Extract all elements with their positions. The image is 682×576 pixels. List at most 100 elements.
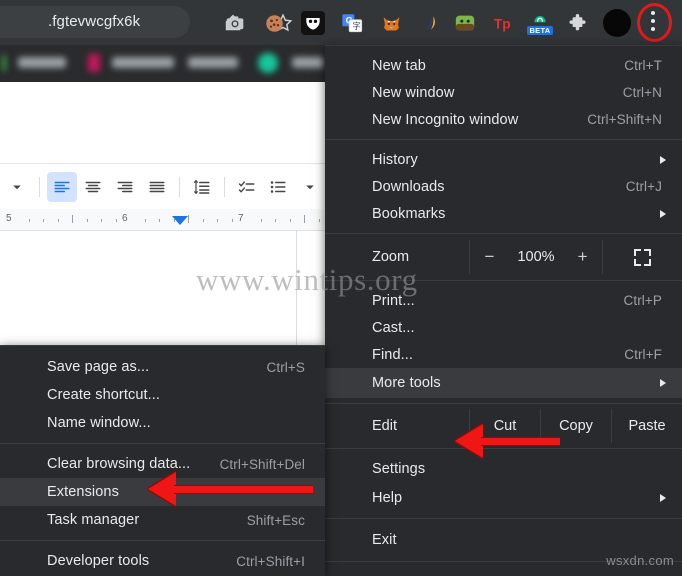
align-center-icon[interactable]	[79, 172, 109, 202]
submenu-item-create-shortcut[interactable]: Create shortcut...	[0, 381, 325, 409]
menu-label: Print...	[372, 292, 415, 309]
ruler-tick	[275, 219, 276, 222]
url-text[interactable]: .fgtevwcgfx6k	[48, 13, 140, 30]
zoom-controls[interactable]: − 100% +	[469, 240, 602, 274]
zoom-label: Zoom	[372, 249, 410, 265]
fullscreen-button[interactable]	[602, 240, 682, 274]
ruler-tick	[260, 219, 262, 222]
paste-button[interactable]: Paste	[611, 409, 682, 443]
docs-ruler[interactable]: 5 6 7	[0, 209, 349, 231]
chevron-right-icon	[660, 155, 666, 164]
chevron-right-icon	[660, 379, 666, 387]
menu-label: Settings	[372, 460, 426, 477]
menu-separator	[325, 139, 682, 140]
align-justify-icon[interactable]	[142, 172, 172, 202]
menu-separator	[0, 443, 325, 444]
ruler-tick	[289, 219, 291, 222]
chrome-main-menu[interactable]: New tab Ctrl+T New window Ctrl+N New Inc…	[325, 45, 682, 576]
menu-item-bookmarks[interactable]: Bookmarks	[325, 200, 682, 227]
menu-item-find[interactable]: Find... Ctrl+F	[325, 341, 682, 368]
edit-label: Edit	[372, 418, 397, 434]
align-left-icon[interactable]	[46, 171, 77, 202]
submenu-item-task-manager[interactable]: Task manager Shift+Esc	[0, 506, 325, 534]
docs-formatting-toolbar[interactable]	[0, 163, 325, 209]
menu-label: Downloads	[372, 178, 445, 195]
menu-label: Save page as...	[47, 359, 150, 375]
menu-shortcut: Ctrl+S	[266, 359, 305, 375]
ruler-tick	[231, 219, 233, 222]
docs-header-area	[0, 82, 325, 163]
green-avatar-icon[interactable]	[453, 11, 477, 35]
menu-item-managed-by-organization[interactable]: Managed by your organization	[325, 569, 682, 576]
menu-separator	[325, 233, 682, 234]
beta-extension-icon[interactable]: BETA	[527, 11, 553, 35]
more-tools-submenu[interactable]: Save page as... Ctrl+S Create shortcut..…	[0, 345, 325, 576]
zoom-out-button[interactable]: −	[483, 247, 495, 267]
ruler-tick	[188, 215, 189, 223]
google-translate-icon[interactable]: G 字	[340, 11, 364, 35]
zoom-in-button[interactable]: +	[577, 247, 589, 267]
menu-shortcut: Ctrl+P	[623, 293, 662, 308]
menu-item-print[interactable]: Print... Ctrl+P	[325, 287, 682, 314]
zoom-value: 100%	[517, 249, 555, 265]
menu-item-new-tab[interactable]: New tab Ctrl+T	[325, 52, 682, 79]
menu-item-help[interactable]: Help	[325, 483, 682, 512]
menu-label: Name window...	[47, 415, 151, 431]
menu-label: More tools	[372, 375, 441, 391]
ruler-tick	[57, 219, 59, 222]
ruler-tick	[304, 215, 305, 223]
menu-item-more-tools[interactable]: More tools	[325, 368, 682, 398]
submenu-item-save-page-as[interactable]: Save page as... Ctrl+S	[0, 353, 325, 381]
menu-label: Task manager	[47, 512, 140, 528]
align-right-icon[interactable]	[110, 172, 140, 202]
screenshot-root: 567 .fgtevwcgfx6k 字 Tp BETA www.wintips.…	[0, 0, 682, 576]
cookie-icon[interactable]	[262, 11, 286, 35]
menu-label: New tab	[372, 57, 426, 74]
tp-wallet-icon[interactable]: Tp	[492, 11, 516, 35]
ruler-tick	[217, 219, 218, 222]
menu-label: Find...	[372, 346, 413, 363]
svg-text:Tp: Tp	[494, 17, 511, 32]
menu-item-settings[interactable]: Settings	[325, 454, 682, 483]
profile-avatar-icon[interactable]	[603, 9, 631, 37]
menu-item-downloads[interactable]: Downloads Ctrl+J	[325, 173, 682, 200]
checklist-icon[interactable]	[232, 172, 262, 202]
menu-separator	[325, 280, 682, 281]
menu-label: Bookmarks	[372, 205, 446, 222]
toolbar-separator	[178, 176, 180, 197]
dropdown-caret-icon[interactable]	[2, 172, 32, 202]
menu-label: Exit	[372, 531, 397, 548]
ruler-tick	[101, 219, 102, 222]
menu-item-history[interactable]: History	[325, 146, 682, 173]
ruler-tick	[43, 219, 44, 222]
nami-wallet-icon[interactable]	[418, 11, 442, 35]
three-dot-menu-highlight-ring	[637, 3, 672, 42]
metamask-fox-icon[interactable]	[379, 11, 403, 35]
chevron-right-icon	[660, 493, 666, 502]
menu-item-cast[interactable]: Cast...	[325, 314, 682, 341]
menu-label: Developer tools	[47, 553, 150, 569]
menu-label: Extensions	[47, 484, 119, 500]
ruler-tick	[72, 215, 73, 223]
menu-zoom-row[interactable]: Zoom − 100% +	[325, 240, 682, 274]
list-options-caret-icon[interactable]	[295, 172, 325, 202]
menu-shortcut: Ctrl+F	[624, 347, 662, 362]
menu-item-exit[interactable]: Exit	[325, 525, 682, 554]
red-arrow-pointing-to-extensions	[148, 472, 313, 506]
bookmarks-bar[interactable]	[0, 45, 325, 82]
menu-item-new-window[interactable]: New window Ctrl+N	[325, 79, 682, 106]
submenu-item-name-window[interactable]: Name window...	[0, 409, 325, 437]
owl-shield-icon[interactable]	[301, 11, 325, 35]
ruler-indent-marker[interactable]	[172, 216, 188, 225]
bulleted-list-icon[interactable]	[263, 172, 293, 202]
screenshot-camera-icon[interactable]	[223, 11, 247, 35]
puzzle-extensions-icon[interactable]	[565, 11, 589, 35]
menu-label: Cast...	[372, 319, 415, 336]
submenu-item-developer-tools[interactable]: Developer tools Ctrl+Shift+I	[0, 547, 325, 575]
ruler-tick	[28, 219, 30, 222]
watermark-bottom-right: wsxdn.com	[606, 553, 674, 568]
menu-label: History	[372, 151, 418, 168]
svg-text:字: 字	[352, 21, 360, 31]
menu-item-new-incognito-window[interactable]: New Incognito window Ctrl+Shift+N	[325, 106, 682, 133]
line-spacing-icon[interactable]	[187, 172, 217, 202]
